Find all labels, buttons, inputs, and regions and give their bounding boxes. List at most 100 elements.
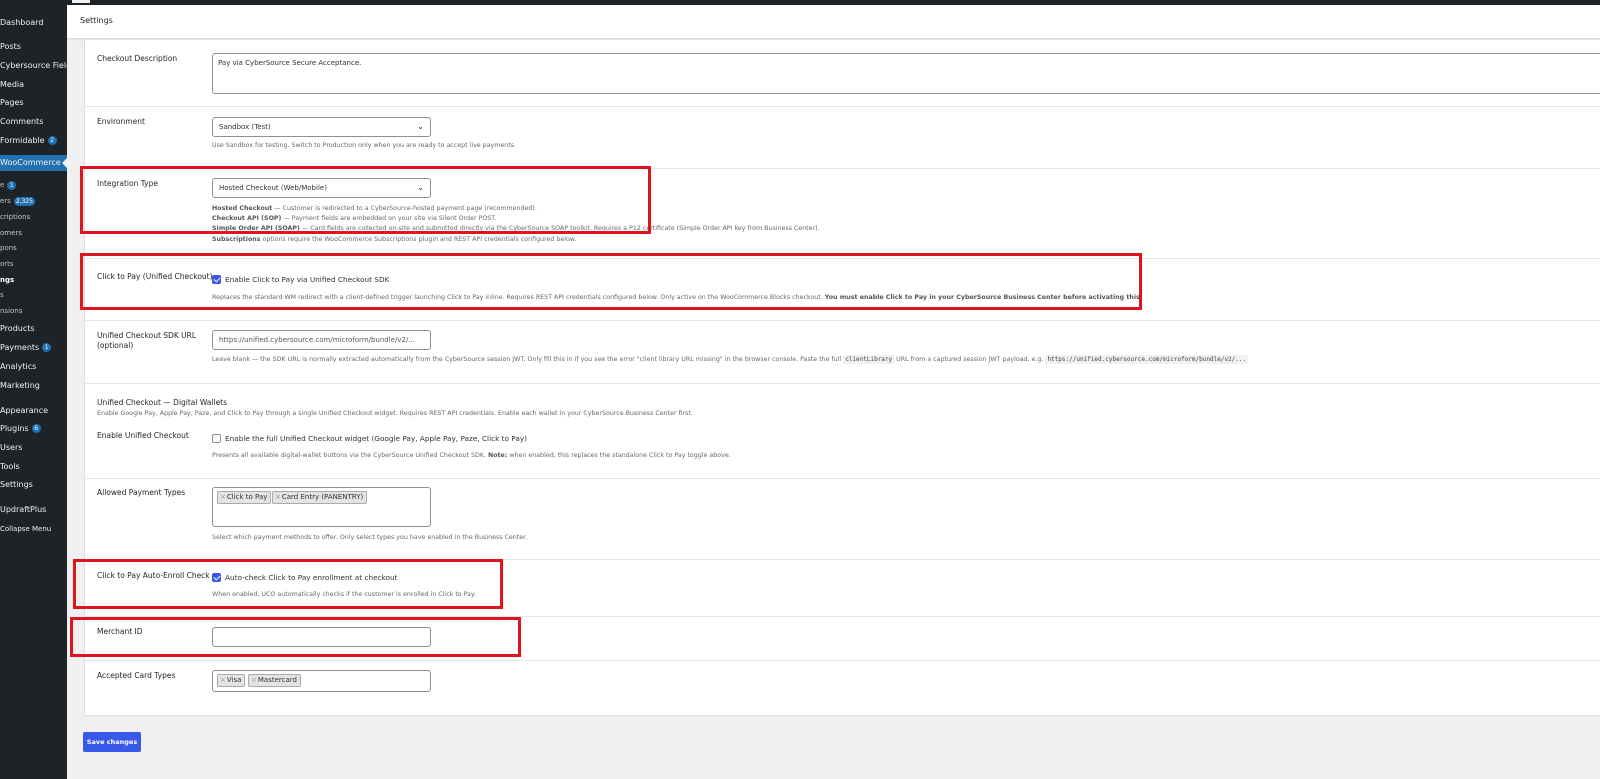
code-snippet: https://unified.cybersource.com/microfor… [1045,355,1249,364]
sidebar-item-updraftplus[interactable]: UpdraftPlus [0,502,46,518]
enable-unified-checkout-description: Presents all available digital-wallet bu… [212,450,731,461]
submenu-item-home[interactable]: e1 [0,178,17,192]
desc-text: options require the WooCommerce Subscrip… [260,236,577,243]
sidebar-item-payments[interactable]: Payments 1 [0,340,52,356]
environment-label: Environment [97,117,145,126]
sidebar-item-settings[interactable]: Settings [0,477,33,493]
digital-wallets-description: Enable Google Pay, Apple Pay, Paze, and … [97,410,693,417]
page-title: Settings [80,16,113,25]
desc-bold: Subscriptions [212,236,261,243]
row-divider [84,478,1600,479]
sidebar-item-plugins[interactable]: Plugins 6 [0,421,41,437]
submenu-item-label: ngs [0,276,15,284]
allowed-payment-types-label: Allowed Payment Types [97,488,186,497]
sidebar-item-pages[interactable]: Pages [0,95,24,111]
sidebar-item-products[interactable]: Products [0,321,35,337]
submenu-item-orders[interactable]: ers 2,325 [0,194,36,208]
count-badge: 6 [31,424,41,433]
desc-text: Leave blank — the SDK URL is normally ex… [212,356,844,363]
remove-chip-icon[interactable]: × [220,676,226,684]
submenu-item-label: s [0,291,4,299]
environment-select[interactable]: Sandbox (Test) ⌄ [212,117,431,137]
enable-unified-checkout-checkbox[interactable] [212,434,221,443]
submenu-item-extensions[interactable]: nsions [0,304,22,318]
sidebar-item-label: Tools [0,462,20,471]
sidebar-item-users[interactable]: Users [0,440,22,456]
card-type-chip[interactable]: ×Visa [217,674,246,687]
code-snippet: clientLibrary [843,355,895,364]
sidebar-item-label: Marketing [0,381,40,390]
sidebar-item-label: Dashboard [0,18,44,27]
count-badge: 2,325 [13,196,36,206]
remove-chip-icon[interactable]: × [220,493,226,501]
sidebar-item-label: WooCommerce [0,158,61,167]
sdk-url-label: Unified Checkout SDK URL (optional) [97,331,196,351]
sdk-url-input[interactable]: https://unified.cybersource.com/microfor… [212,330,431,350]
environment-description: Use Sandbox for testing. Switch to Produ… [212,142,517,149]
submenu-item-label: criptions [0,213,31,221]
submenu-item-status[interactable]: s [0,288,4,302]
highlight-box-auto-enroll [73,559,503,609]
collapse-menu-button[interactable]: Collapse Menu [0,521,51,537]
sidebar-item-label: Users [0,443,23,452]
sidebar-item-label: Appearance [0,406,49,415]
sidebar-item-posts[interactable]: Posts [0,39,21,55]
checkout-description-textarea[interactable]: Pay via CyberSource Secure Acceptance. [212,53,1600,94]
sidebar-item-label: Settings [0,480,33,489]
integration-desc-subscriptions: Subscriptions options require the WooCom… [212,234,576,245]
sidebar-item-label: Cybersource Fields [0,61,67,70]
remove-chip-icon[interactable]: × [275,493,281,501]
sidebar-item-marketing[interactable]: Marketing [0,378,40,394]
payment-type-chip[interactable]: ×Click to Pay [217,491,272,504]
sidebar-item-comments[interactable]: Comments [0,114,43,130]
label-line: (optional) [97,341,134,350]
submenu-item-label: nsions [0,307,23,315]
wordpress-logo-icon[interactable] [72,0,90,3]
highlight-box-merchant-id [70,617,521,657]
sidebar-item-dashboard[interactable]: Dashboard [0,15,43,31]
sidebar-item-label: Posts [0,42,21,51]
desc-text: when enabled, this replaces the standalo… [507,452,731,459]
allowed-payment-types-select[interactable]: ×Click to Pay ×Card Entry (PANENTRY) [212,487,431,527]
update-count-badge: 2 [47,136,57,145]
accepted-card-types-select[interactable]: ×Visa ×Mastercard [212,670,431,692]
sidebar-item-label: Comments [0,117,44,126]
chevron-down-icon: ⌄ [417,122,424,131]
highlight-box-integration-type [80,166,651,234]
submenu-item-label: ers [0,197,11,205]
sidebar-item-label: UpdraftPlus [0,505,47,514]
enable-unified-checkout-checkbox-label[interactable]: Enable the full Unified Checkout widget … [225,434,527,443]
sidebar-item-media[interactable]: Media [0,77,24,93]
submenu-item-customers[interactable]: omers [0,226,22,240]
digital-wallets-title: Unified Checkout — Digital Wallets [97,398,228,407]
sidebar-item-appearance[interactable]: Appearance [0,403,48,419]
row-divider [84,383,1600,384]
card-type-chip[interactable]: ×Mastercard [248,674,301,687]
payment-type-chip[interactable]: ×Card Entry (PANENTRY) [272,491,368,504]
submenu-item-settings[interactable]: ngs [0,273,14,287]
sidebar-item-label: Pages [0,98,24,107]
remove-chip-icon[interactable]: × [251,676,257,684]
count-badge: 1 [42,343,52,352]
sidebar-item-analytics[interactable]: Analytics [0,359,36,375]
desc-text: URL from a captured session JWT payload,… [894,356,1046,363]
submenu-item-subscriptions[interactable]: criptions [0,210,30,224]
sidebar-item-cybersource-fields[interactable]: Cybersource Fields [0,58,67,74]
sidebar-item-label: Formidable [0,136,45,145]
submenu-item-label: orts [0,260,14,268]
chip-label: Visa [226,676,242,684]
sidebar-item-label: Media [0,80,25,89]
row-divider [84,320,1600,321]
sidebar-item-woocommerce[interactable]: WooCommerce [0,155,67,171]
sidebar-item-label: Products [0,324,35,333]
save-changes-button[interactable]: Save changes [83,732,141,752]
enable-unified-checkout-label: Enable Unified Checkout [97,431,189,440]
chip-label: Card Entry (PANENTRY) [281,493,364,501]
submenu-item-coupons[interactable]: pons [0,241,17,255]
submenu-item-reports[interactable]: orts [0,257,14,271]
sidebar-item-formidable[interactable]: Formidable 2 [0,133,57,149]
select-value: Sandbox (Test) [219,123,271,131]
sidebar-item-tools[interactable]: Tools [0,459,20,475]
checkout-description-label: Checkout Description [97,54,178,63]
sidebar-item-label: Analytics [0,362,37,371]
